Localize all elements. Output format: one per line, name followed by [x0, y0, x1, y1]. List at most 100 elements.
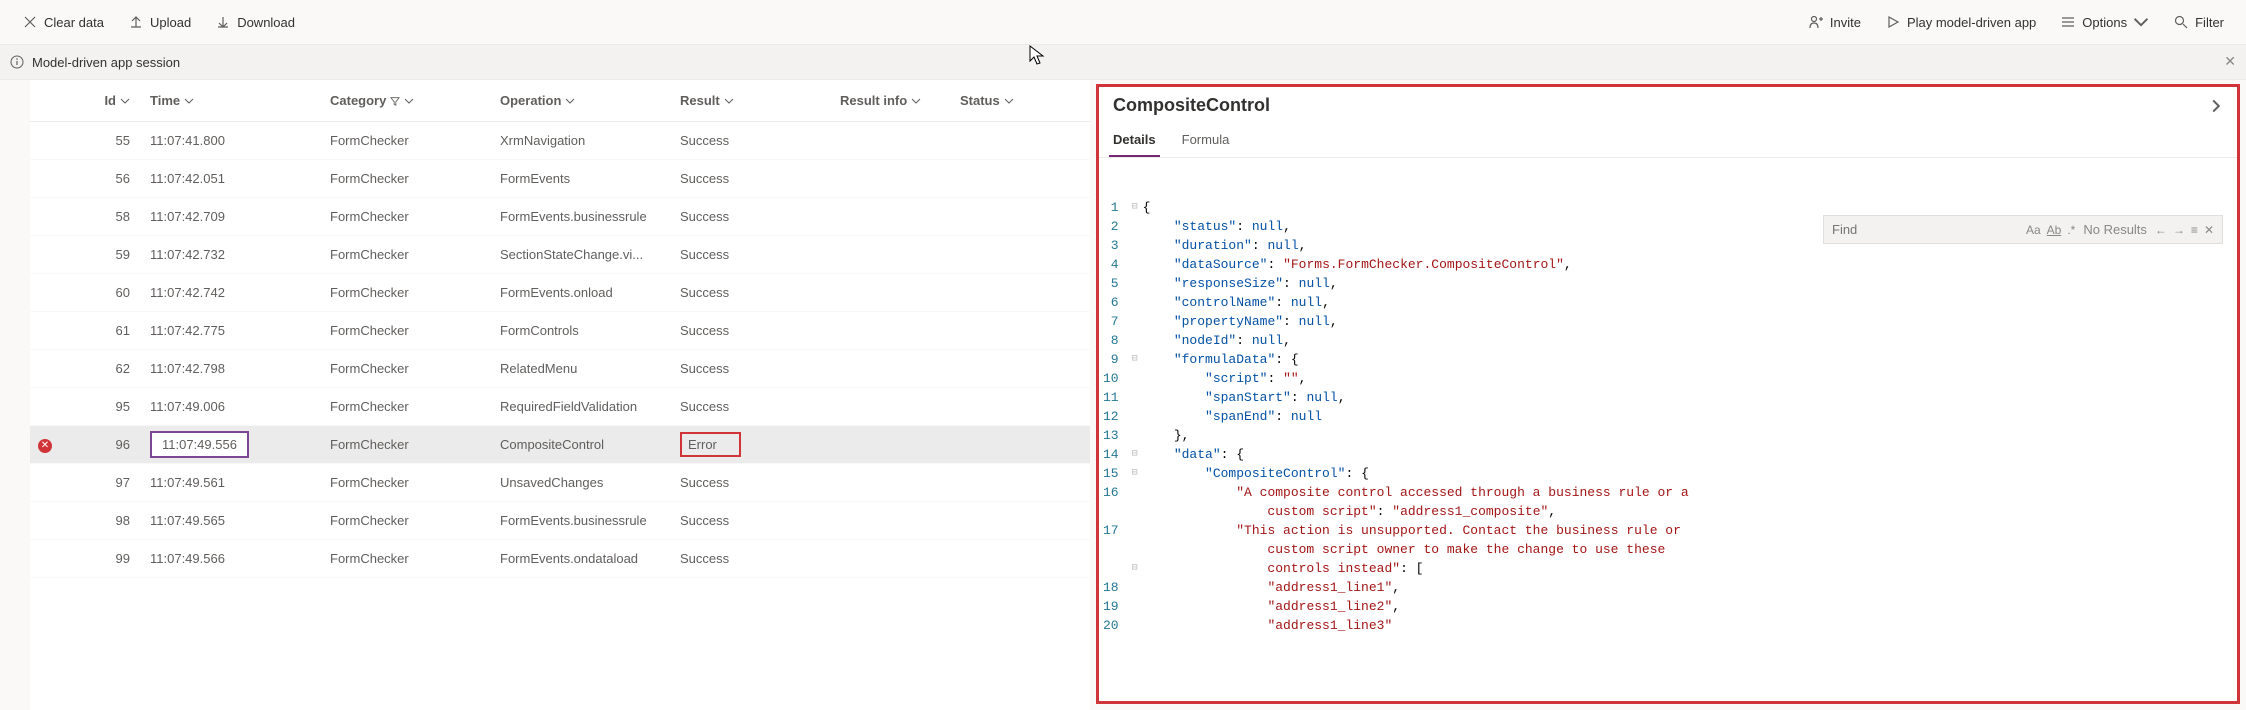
prev-match-icon[interactable]: ← — [2155, 223, 2167, 237]
grid-body[interactable]: 5511:07:41.800FormCheckerXrmNavigationSu… — [30, 122, 1090, 578]
col-result-header[interactable]: Result — [680, 93, 840, 108]
fold-icon[interactable]: ⊟ — [1127, 464, 1143, 483]
regex-icon[interactable]: .* — [2067, 223, 2075, 237]
next-match-icon[interactable]: → — [2173, 223, 2185, 237]
options-label: Options — [2082, 15, 2127, 30]
fold-icon[interactable]: ⊟ — [1127, 350, 1143, 369]
table-row[interactable]: 5911:07:42.732FormCheckerSectionStateCha… — [30, 236, 1090, 274]
fold-icon[interactable]: ⊟ — [1127, 445, 1143, 464]
download-button[interactable]: Download — [213, 10, 297, 34]
cell-id: 60 — [60, 285, 150, 300]
col-resultinfo-header[interactable]: Result info — [840, 93, 960, 108]
cell-operation: RelatedMenu — [500, 361, 680, 376]
cell-time: 11:07:41.800 — [150, 133, 330, 148]
cell-category: FormChecker — [330, 475, 500, 490]
detail-pane: CompositeControl Details Formula Aa Ab .… — [1096, 84, 2240, 704]
fold-icon — [1127, 616, 1143, 635]
cell-id: 95 — [60, 399, 150, 414]
invite-icon — [1808, 14, 1824, 30]
detail-title: CompositeControl — [1113, 95, 1270, 116]
find-in-selection-icon[interactable]: ≡ — [2191, 223, 2198, 237]
cell-result: Success — [680, 551, 840, 566]
invite-button[interactable]: Invite — [1806, 10, 1863, 34]
cell-operation: FormEvents — [500, 171, 680, 186]
fold-icon — [1127, 255, 1143, 274]
cell-id: 98 — [60, 513, 150, 528]
cell-operation: FormControls — [500, 323, 680, 338]
cell-time: 11:07:42.709 — [150, 209, 330, 224]
cell-result: Success — [680, 475, 840, 490]
fold-icon[interactable]: ⊟ — [1127, 559, 1143, 578]
cell-id: 99 — [60, 551, 150, 566]
table-row[interactable]: 5611:07:42.051FormCheckerFormEventsSucce… — [30, 160, 1090, 198]
close-icon — [22, 14, 38, 30]
fold-icon — [1127, 369, 1143, 388]
cell-id: 56 — [60, 171, 150, 186]
fold-icon — [1127, 274, 1143, 293]
table-row[interactable]: 5811:07:42.709FormCheckerFormEvents.busi… — [30, 198, 1090, 236]
table-row[interactable]: 6111:07:42.775FormCheckerFormControlsSuc… — [30, 312, 1090, 350]
cell-id: 97 — [60, 475, 150, 490]
chevron-down-icon — [911, 96, 921, 106]
filter-button[interactable]: Filter — [2171, 10, 2226, 34]
chevron-down-icon — [1004, 96, 1014, 106]
grid-header: Id Time Category Operation Result Re — [30, 80, 1090, 122]
cell-time: 11:07:49.561 — [150, 475, 330, 490]
col-time-header[interactable]: Time — [150, 93, 330, 108]
col-id-header[interactable]: Id — [60, 93, 150, 108]
cell-id: 58 — [60, 209, 150, 224]
detail-tabs: Details Formula — [1099, 124, 2237, 158]
cell-operation: RequiredFieldValidation — [500, 399, 680, 414]
cell-category: FormChecker — [330, 323, 500, 338]
session-label: Model-driven app session — [32, 55, 180, 70]
cell-id: 59 — [60, 247, 150, 262]
table-row[interactable]: 9911:07:49.566FormCheckerFormEvents.onda… — [30, 540, 1090, 578]
match-case-icon[interactable]: Aa — [2026, 223, 2041, 237]
clear-data-button[interactable]: Clear data — [20, 10, 106, 34]
play-app-button[interactable]: Play model-driven app — [1883, 10, 2038, 34]
fold-icon — [1127, 407, 1143, 426]
cell-time: 11:07:49.565 — [150, 513, 330, 528]
whole-word-icon[interactable]: Ab — [2047, 223, 2062, 237]
tab-formula[interactable]: Formula — [1178, 124, 1234, 157]
cell-time: 11:07:42.051 — [150, 171, 330, 186]
close-find-icon[interactable]: ✕ — [2204, 223, 2214, 237]
fold-icon — [1127, 293, 1143, 312]
close-session-icon[interactable]: ✕ — [2224, 53, 2236, 70]
fold-icon — [1127, 540, 1143, 559]
cell-operation: SectionStateChange.vi... — [500, 247, 680, 262]
upload-button[interactable]: Upload — [126, 10, 193, 34]
cell-category: FormChecker — [330, 437, 500, 452]
chevron-down-icon — [724, 96, 734, 106]
clear-data-label: Clear data — [44, 15, 104, 30]
play-icon — [1885, 14, 1901, 30]
table-row[interactable]: 6211:07:42.798FormCheckerRelatedMenuSucc… — [30, 350, 1090, 388]
col-category-header[interactable]: Category — [330, 93, 500, 108]
table-row[interactable]: 9511:07:49.006FormCheckerRequiredFieldVa… — [30, 388, 1090, 426]
fold-icon[interactable]: ⊟ — [1127, 198, 1143, 217]
col-status-header[interactable]: Status — [960, 93, 1060, 108]
cell-operation: FormEvents.businessrule — [500, 209, 680, 224]
cell-time: 11:07:49.006 — [150, 399, 330, 414]
play-app-label: Play model-driven app — [1907, 15, 2036, 30]
find-input[interactable] — [1832, 222, 2018, 237]
cell-result: Success — [680, 513, 840, 528]
cell-operation: FormEvents.businessrule — [500, 513, 680, 528]
table-row[interactable]: 6011:07:42.742FormCheckerFormEvents.onlo… — [30, 274, 1090, 312]
table-row[interactable]: 9811:07:49.565FormCheckerFormEvents.busi… — [30, 502, 1090, 540]
chevron-right-icon[interactable] — [2209, 99, 2223, 113]
tab-details[interactable]: Details — [1109, 124, 1160, 157]
options-button[interactable]: Options — [2058, 10, 2151, 34]
cell-category: FormChecker — [330, 247, 500, 262]
table-row[interactable]: ✕9611:07:49.556FormCheckerCompositeContr… — [30, 426, 1090, 464]
upload-label: Upload — [150, 15, 191, 30]
cell-result: Error — [680, 432, 840, 457]
col-operation-header[interactable]: Operation — [500, 93, 680, 108]
table-row[interactable]: 5511:07:41.800FormCheckerXrmNavigationSu… — [30, 122, 1090, 160]
fold-icon — [1127, 578, 1143, 597]
download-icon — [215, 14, 231, 30]
events-grid: Id Time Category Operation Result Re — [30, 80, 1090, 710]
table-row[interactable]: 9711:07:49.561FormCheckerUnsavedChangesS… — [30, 464, 1090, 502]
info-icon — [10, 55, 24, 69]
chevron-down-icon — [565, 96, 575, 106]
